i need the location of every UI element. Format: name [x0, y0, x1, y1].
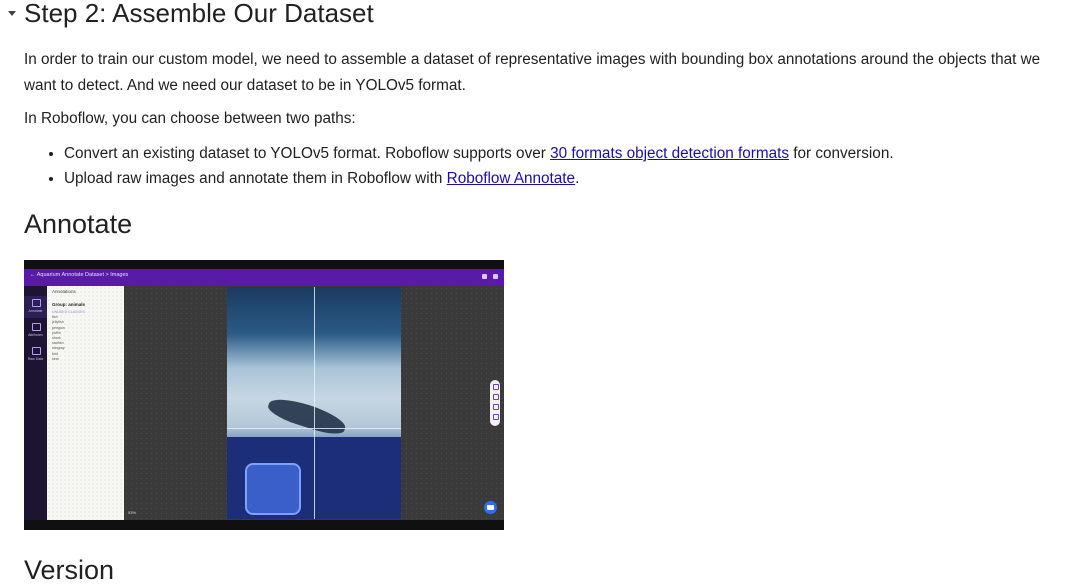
crosshair-horizontal	[227, 428, 401, 429]
collapse-caret-icon[interactable]	[0, 1, 24, 25]
section-title: Step 2: Assemble Our Dataset	[24, 0, 374, 28]
bag-shape	[245, 463, 301, 515]
annotate-heading: Annotate	[24, 209, 133, 239]
toolbar	[490, 380, 500, 426]
intro-paragraph: In order to train our custom model, we n…	[24, 51, 1041, 94]
bbox-tool-icon	[493, 394, 499, 400]
rail-item-annotate: Annotate	[24, 296, 47, 318]
stingray-shape	[265, 393, 349, 439]
annotate-icon	[32, 299, 41, 307]
list-item: Convert an existing dataset to YOLOv5 fo…	[64, 141, 894, 166]
chat-icon	[484, 501, 497, 514]
paths-intro: In Roboflow, you can choose between two …	[24, 110, 356, 127]
undo-icon	[493, 404, 499, 410]
breadcrumb: ← Aquarium Annotate Dataset > Images	[30, 272, 129, 278]
code-icon	[32, 347, 41, 355]
pan-icon	[493, 384, 499, 390]
zoom-readout: 53%	[128, 510, 137, 515]
aquarium-photo	[227, 287, 401, 519]
side-rail: Annotate Attributes Raw Data	[24, 286, 47, 520]
paths-list: Convert an existing dataset to YOLOv5 fo…	[24, 141, 894, 191]
app-topbar: ← Aquarium Annotate Dataset > Images	[24, 269, 504, 286]
class-list: UNUSED CLASSES fish jellyfish penguin pu…	[52, 310, 85, 361]
formats-link[interactable]: 30 formats object detection formats	[550, 145, 789, 162]
roboflow-annotate-link[interactable]: Roboflow Annotate	[447, 170, 575, 187]
rail-item-attributes: Attributes	[24, 320, 47, 342]
annotations-panel: Annotations Group: animals UNUSED CLASSE…	[47, 286, 124, 520]
rail-item-raw-data: Raw Data	[24, 344, 47, 366]
version-heading: Version	[24, 555, 115, 585]
visibility-icon	[482, 274, 487, 279]
more-icon	[493, 274, 498, 279]
tag-icon	[32, 323, 41, 331]
panel-title: Annotations	[52, 289, 76, 294]
panel-group: Group: animals	[52, 302, 86, 307]
crosshair-vertical	[314, 287, 315, 519]
section-header: Step 2: Assemble Our Dataset	[0, 0, 374, 30]
annotate-screenshot: ← Aquarium Annotate Dataset > Images Ann…	[24, 260, 504, 530]
list-item: Upload raw images and annotate them in R…	[64, 166, 894, 191]
redo-icon	[493, 414, 499, 420]
